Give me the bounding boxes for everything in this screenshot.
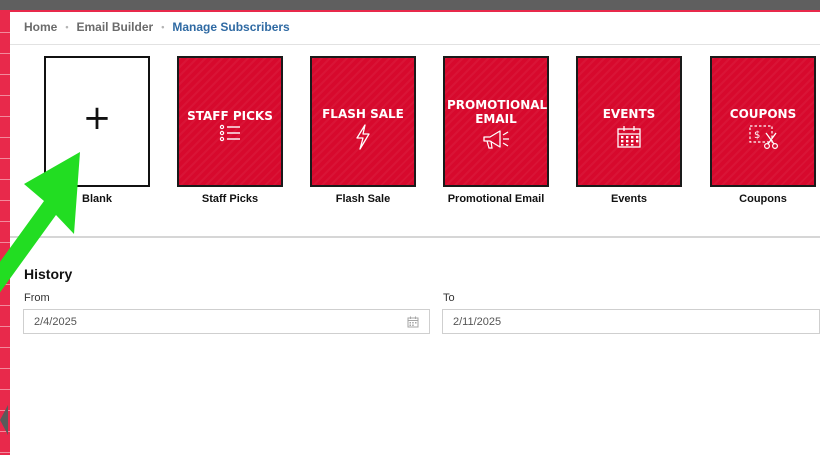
breadcrumb-current[interactable]: Manage Subscribers (172, 20, 289, 34)
top-bar (0, 0, 820, 10)
section-divider (10, 236, 820, 238)
template-label-coupons[interactable]: Coupons (703, 193, 820, 205)
to-date-input[interactable] (442, 309, 820, 334)
template-tile-promotional-email[interactable]: PROMOTIONAL EMAIL (443, 56, 549, 187)
template-tile-staff-picks[interactable]: STAFF PICKS (177, 56, 283, 187)
breadcrumb: Home • Email Builder • Manage Subscriber… (24, 20, 290, 34)
breadcrumb-separator: • (161, 22, 165, 32)
tile-title-flash-sale: FLASH SALE (322, 107, 404, 121)
lightning-icon (312, 124, 414, 155)
calendar-icon[interactable] (407, 315, 419, 333)
tile-title-events: EVENTS (602, 107, 656, 121)
tile-title-coupons: COUPONS (729, 107, 797, 121)
calendar-icon (578, 125, 680, 154)
svg-text:$: $ (754, 130, 760, 141)
template-tile-blank[interactable]: + (44, 56, 150, 187)
sidebar-strip (0, 12, 10, 455)
from-date-input[interactable] (23, 309, 430, 334)
top-bar-accent (0, 10, 820, 12)
template-label-events[interactable]: Events (569, 193, 689, 205)
template-label-blank[interactable]: Blank (37, 193, 157, 205)
to-label: To (443, 292, 455, 304)
breadcrumb-divider (10, 44, 820, 45)
megaphone-icon (445, 129, 547, 156)
template-label-promotional-email[interactable]: Promotional Email (432, 193, 560, 205)
template-label-flash-sale[interactable]: Flash Sale (303, 193, 423, 205)
breadcrumb-separator: • (65, 22, 69, 32)
template-tile-flash-sale[interactable]: FLASH SALE (310, 56, 416, 187)
template-tile-coupons[interactable]: COUPONS $ (710, 56, 816, 187)
from-label: From (24, 292, 50, 304)
breadcrumb-email-builder[interactable]: Email Builder (77, 20, 154, 34)
template-tile-events[interactable]: EVENTS (576, 56, 682, 187)
tile-title-staff-picks: STAFF PICKS (187, 109, 273, 123)
tile-title-promotional-line2: EMAIL (475, 112, 517, 126)
breadcrumb-home[interactable]: Home (24, 20, 57, 34)
scissors-coupon-icon: $ (712, 124, 814, 155)
plus-icon: + (82, 98, 112, 138)
checklist-icon (179, 124, 281, 147)
template-label-staff-picks[interactable]: Staff Picks (170, 193, 290, 205)
history-title: History (24, 266, 73, 282)
tile-title-promotional-line1: PROMOTIONAL (447, 98, 548, 112)
